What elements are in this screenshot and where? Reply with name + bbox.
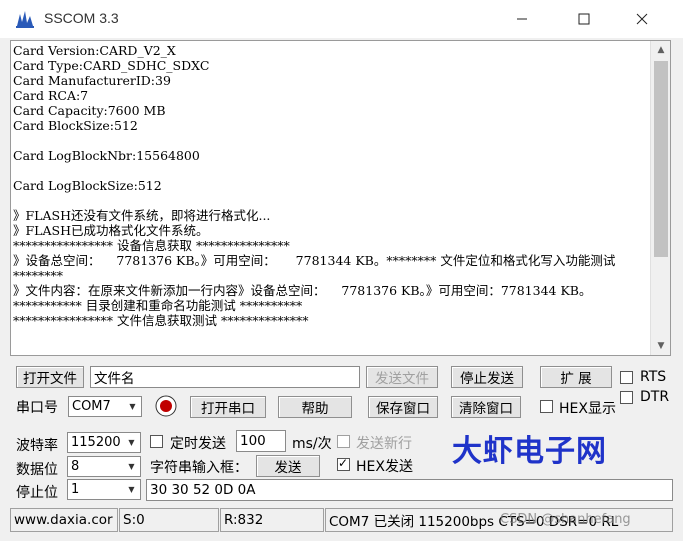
maximize-icon [578, 13, 590, 25]
interval-unit: ms/次 [292, 436, 332, 452]
status-sent-count: S:0 [119, 508, 219, 532]
record-icon [155, 395, 177, 417]
send-input[interactable]: 30 30 52 0D 0A [146, 479, 673, 501]
save-window-button[interactable]: 保存窗口 [368, 396, 438, 418]
scroll-down-icon[interactable]: ▼ [651, 337, 670, 355]
send-button[interactable]: 发送 [256, 455, 320, 477]
status-website: www.daxia.cor [10, 508, 118, 532]
stop-send-button[interactable]: 停止发送 [451, 366, 523, 388]
brand-logo: 大虾电子网 [452, 434, 607, 469]
chevron-down-icon: ▼ [123, 480, 140, 499]
close-icon [636, 13, 648, 25]
maximize-button[interactable] [561, 0, 607, 38]
clear-window-button[interactable]: 清除窗口 [451, 396, 521, 418]
timed-send-label: 定时发送 [170, 436, 226, 452]
hex-display-checkbox[interactable] [540, 400, 553, 413]
rts-checkbox[interactable] [620, 371, 633, 384]
string-input-label: 字符串输入框： [150, 460, 248, 476]
window-title: SSCOM 3.3 [44, 10, 119, 26]
stop-bits-label: 停止位 [16, 485, 58, 501]
help-button[interactable]: 帮助 [278, 396, 352, 418]
chevron-down-icon: ▼ [123, 433, 140, 452]
stop-bits-select-value: 1 [71, 482, 80, 497]
hex-display-label: HEX显示 [559, 401, 616, 417]
port-select[interactable]: COM7 ▼ [68, 396, 142, 417]
open-file-button[interactable]: 打开文件 [16, 366, 84, 388]
title-bar: SSCOM 3.3 [0, 0, 683, 38]
vertical-scrollbar[interactable]: ▲ ▼ [650, 41, 670, 355]
minimize-button[interactable] [499, 0, 545, 38]
baud-select-value: 115200 [71, 435, 121, 450]
port-label: 串口号 [16, 400, 58, 416]
send-newline-checkbox[interactable] [337, 435, 350, 448]
close-button[interactable] [619, 0, 665, 38]
scroll-thumb[interactable] [654, 61, 668, 257]
hex-send-checkbox[interactable] [337, 456, 350, 471]
minimize-icon [517, 18, 527, 20]
file-name-input[interactable]: 文件名 [90, 366, 360, 388]
app-icon [14, 9, 36, 29]
chevron-down-icon: ▼ [124, 397, 141, 416]
chevron-down-icon: ▼ [123, 457, 140, 476]
status-received-count: R:832 [220, 508, 324, 532]
receive-terminal[interactable]: Card Version:CARD_V2_X Card Type:CARD_SD… [10, 40, 671, 356]
expand-button[interactable]: 扩 展 [540, 366, 612, 388]
data-bits-select-value: 8 [71, 459, 80, 474]
hex-send-label: HEX发送 [356, 459, 413, 475]
interval-input[interactable]: 100 [236, 430, 286, 452]
baud-label: 波特率 [16, 438, 58, 454]
terminal-text: Card Version:CARD_V2_X Card Type:CARD_SD… [13, 43, 616, 328]
open-port-button[interactable]: 打开串口 [190, 396, 266, 418]
rts-label: RTS [640, 369, 667, 385]
stop-bits-select[interactable]: 1 ▼ [67, 479, 141, 500]
scroll-up-icon[interactable]: ▲ [651, 41, 670, 59]
port-select-value: COM7 [72, 399, 111, 414]
timed-send-checkbox[interactable] [150, 435, 163, 448]
send-file-button[interactable]: 发送文件 [366, 366, 438, 388]
send-newline-label: 发送新行 [356, 436, 412, 452]
dtr-label: DTR [640, 389, 670, 405]
data-bits-select[interactable]: 8 ▼ [67, 456, 141, 477]
watermark: CSDN @shanhefang [500, 512, 631, 527]
dtr-checkbox[interactable] [620, 391, 633, 404]
data-bits-label: 数据位 [16, 462, 58, 478]
baud-select[interactable]: 115200 ▼ [67, 432, 141, 453]
